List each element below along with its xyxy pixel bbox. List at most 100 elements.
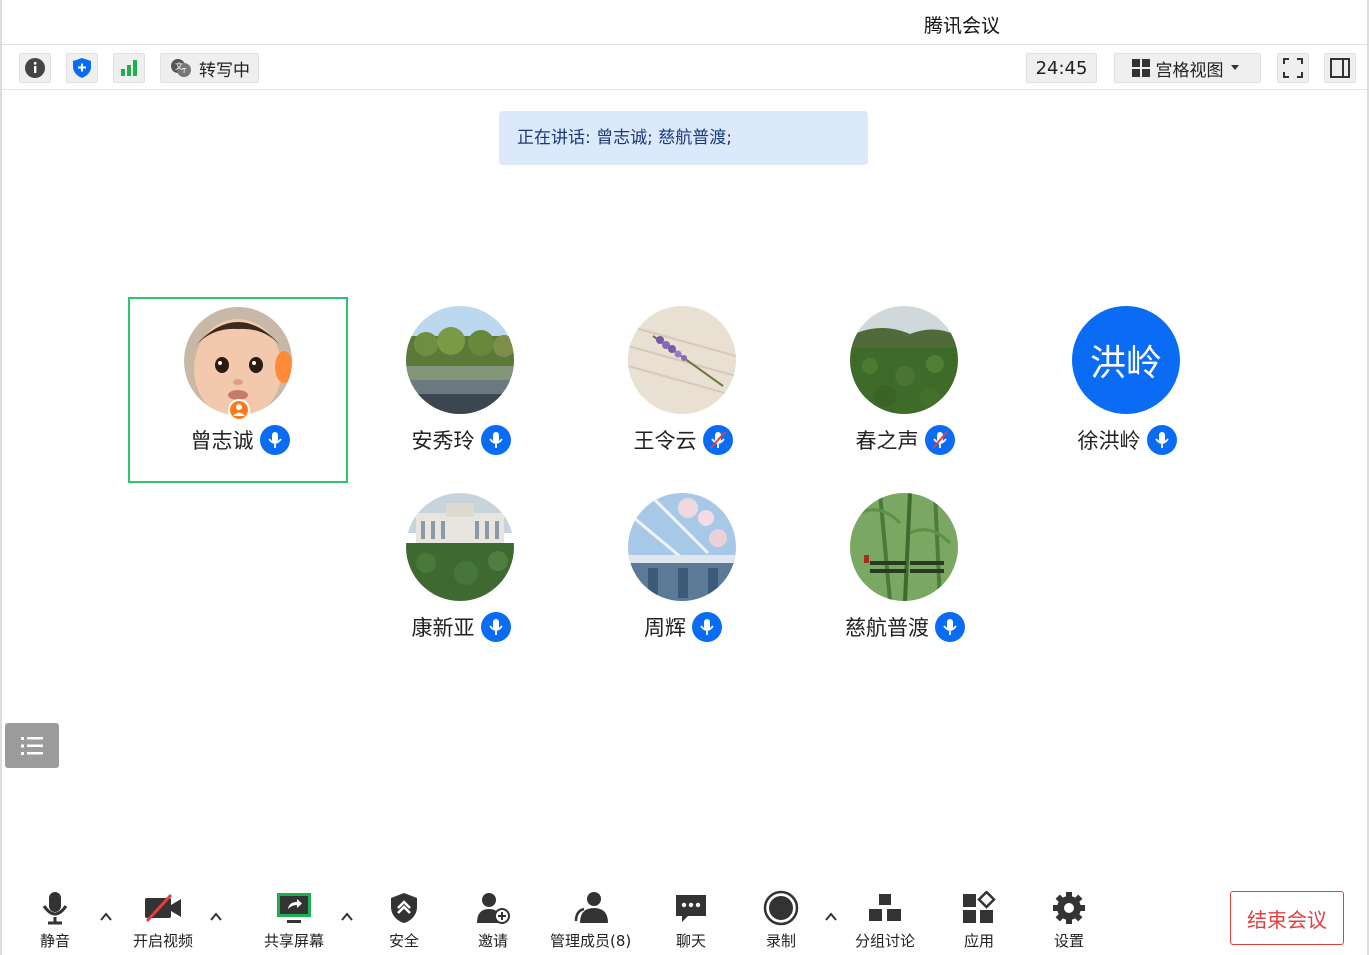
participant-tile[interactable]: 曾志诚 (128, 297, 348, 483)
mute-button[interactable]: 静音 (33, 888, 77, 951)
meeting-window: 腾讯会议 文T 转写中 24:45 宫格视图 正在讲话: 曾志诚; 慈航普渡; … (0, 0, 1369, 955)
participant-name-row: 曾志诚 (130, 425, 350, 455)
avatar (850, 306, 958, 414)
manage-members-label: 管理成员(8) (550, 932, 632, 950)
security-shield-button[interactable] (66, 53, 98, 83)
video-options-caret[interactable] (209, 910, 223, 924)
invite-button[interactable]: 邀请 (471, 888, 515, 951)
meeting-timer: 24:45 (1026, 53, 1097, 83)
security-shield-icon (391, 893, 417, 923)
manage-members-button[interactable]: 管理成员(8) (550, 888, 631, 951)
apps-label: 应用 (963, 932, 994, 950)
video-off-icon (145, 893, 181, 923)
microphone-on-icon (480, 612, 511, 642)
participant-name: 安秀玲 (411, 429, 475, 453)
chat-label: 聊天 (675, 932, 706, 950)
transcribe-button[interactable]: 文T 转写中 (160, 53, 259, 83)
participant-name: 周辉 (644, 616, 686, 640)
transcribe-icon: 文T (171, 59, 191, 77)
share-options-caret[interactable] (340, 910, 354, 924)
participant-name: 曾志诚 (190, 429, 254, 453)
participant-tile[interactable]: 慈航普渡 (795, 486, 1015, 672)
host-badge (228, 399, 250, 421)
fullscreen-button[interactable] (1277, 53, 1309, 83)
microphone-muted-icon (924, 425, 955, 455)
record-button[interactable]: 录制 (759, 888, 803, 951)
participant-name: 徐洪岭 (1077, 429, 1141, 453)
avatar: 洪岭 (1072, 306, 1180, 414)
participant-tile[interactable]: 康新亚 (351, 486, 571, 672)
microphone-icon (42, 892, 68, 925)
microphone-on-icon (1146, 425, 1177, 455)
chat-icon (676, 895, 706, 922)
list-icon (21, 736, 43, 755)
settings-label: 设置 (1053, 932, 1084, 950)
participant-name: 康新亚 (411, 616, 475, 640)
grid-view-icon (1131, 59, 1150, 77)
participant-name-row: 王令云 (573, 425, 793, 455)
participant-name-row: 周辉 (573, 612, 793, 642)
invite-label: 邀请 (477, 932, 508, 950)
member-list-toggle[interactable] (5, 723, 59, 768)
participant-name-row: 春之声 (795, 425, 1015, 455)
gear-icon (1053, 892, 1085, 924)
svg-text:T: T (181, 67, 187, 75)
apps-button[interactable]: 应用 (957, 888, 1001, 951)
share-screen-button[interactable]: 共享屏幕 (264, 888, 324, 951)
record-icon (763, 890, 799, 926)
side-panel-icon (1330, 58, 1350, 78)
timer-value: 24:45 (1035, 57, 1088, 79)
avatar (628, 493, 736, 601)
avatar (406, 306, 514, 414)
apps-icon (963, 891, 996, 923)
start-video-button[interactable]: 开启视频 (133, 888, 193, 951)
participant-name-row: 徐洪岭 (1017, 425, 1237, 455)
members-icon (574, 892, 608, 923)
end-meeting-button[interactable]: 结束会议 (1230, 891, 1344, 945)
security-button[interactable]: 安全 (382, 888, 426, 951)
participant-tile[interactable]: 王令云 (573, 299, 793, 485)
speaking-banner: 正在讲话: 曾志诚; 慈航普渡; (499, 111, 868, 165)
mute-options-caret[interactable] (99, 910, 113, 924)
microphone-on-icon (935, 612, 965, 642)
participant-name: 慈航普渡 (845, 616, 929, 640)
avatar (628, 306, 736, 414)
participant-tile[interactable]: 春之声 (795, 299, 1015, 485)
info-button[interactable] (19, 53, 51, 83)
share-screen-label: 共享屏幕 (264, 932, 325, 950)
window-title: 腾讯会议 (924, 15, 1001, 37)
network-status-button[interactable] (113, 53, 145, 83)
record-options-caret[interactable] (824, 910, 838, 924)
microphone-on-icon (259, 425, 290, 455)
settings-button[interactable]: 设置 (1047, 888, 1091, 951)
breakout-rooms-button[interactable]: 分组讨论 (855, 888, 915, 951)
microphone-on-icon (692, 612, 722, 642)
mute-label: 静音 (39, 932, 70, 950)
avatar (406, 493, 514, 601)
share-screen-icon (277, 893, 311, 923)
bottom-toolbar: 静音 开启视频 共享屏幕 安全 邀请 管理成员(8) 聊天 录制 分组讨论 应用… (2, 878, 1367, 955)
participant-name-row: 慈航普渡 (795, 612, 1015, 642)
host-icon (233, 404, 245, 416)
transcribe-label: 转写中 (199, 60, 250, 81)
breakout-rooms-icon (869, 894, 901, 921)
start-video-label: 开启视频 (133, 932, 194, 950)
participant-name: 春之声 (855, 429, 919, 453)
signal-bars-icon (121, 60, 137, 76)
view-mode-dropdown[interactable]: 宫格视图 (1114, 53, 1261, 83)
breakout-rooms-label: 分组讨论 (855, 932, 916, 950)
participant-name: 王令云 (633, 429, 697, 453)
top-toolbar: 文T 转写中 24:45 宫格视图 (2, 46, 1367, 90)
add-user-icon (477, 893, 510, 924)
sidebar-toggle-button[interactable] (1324, 53, 1356, 83)
avatar (850, 493, 958, 601)
participant-tile[interactable]: 洪岭 徐洪岭 (1017, 299, 1237, 485)
info-icon (25, 58, 45, 78)
fullscreen-icon (1283, 58, 1303, 78)
participant-name-row: 安秀玲 (351, 425, 571, 455)
record-label: 录制 (765, 932, 796, 950)
participant-tile[interactable]: 安秀玲 (351, 299, 571, 485)
title-bar: 腾讯会议 (2, 0, 1367, 45)
chat-button[interactable]: 聊天 (669, 888, 713, 951)
participant-tile[interactable]: 周辉 (573, 486, 793, 672)
